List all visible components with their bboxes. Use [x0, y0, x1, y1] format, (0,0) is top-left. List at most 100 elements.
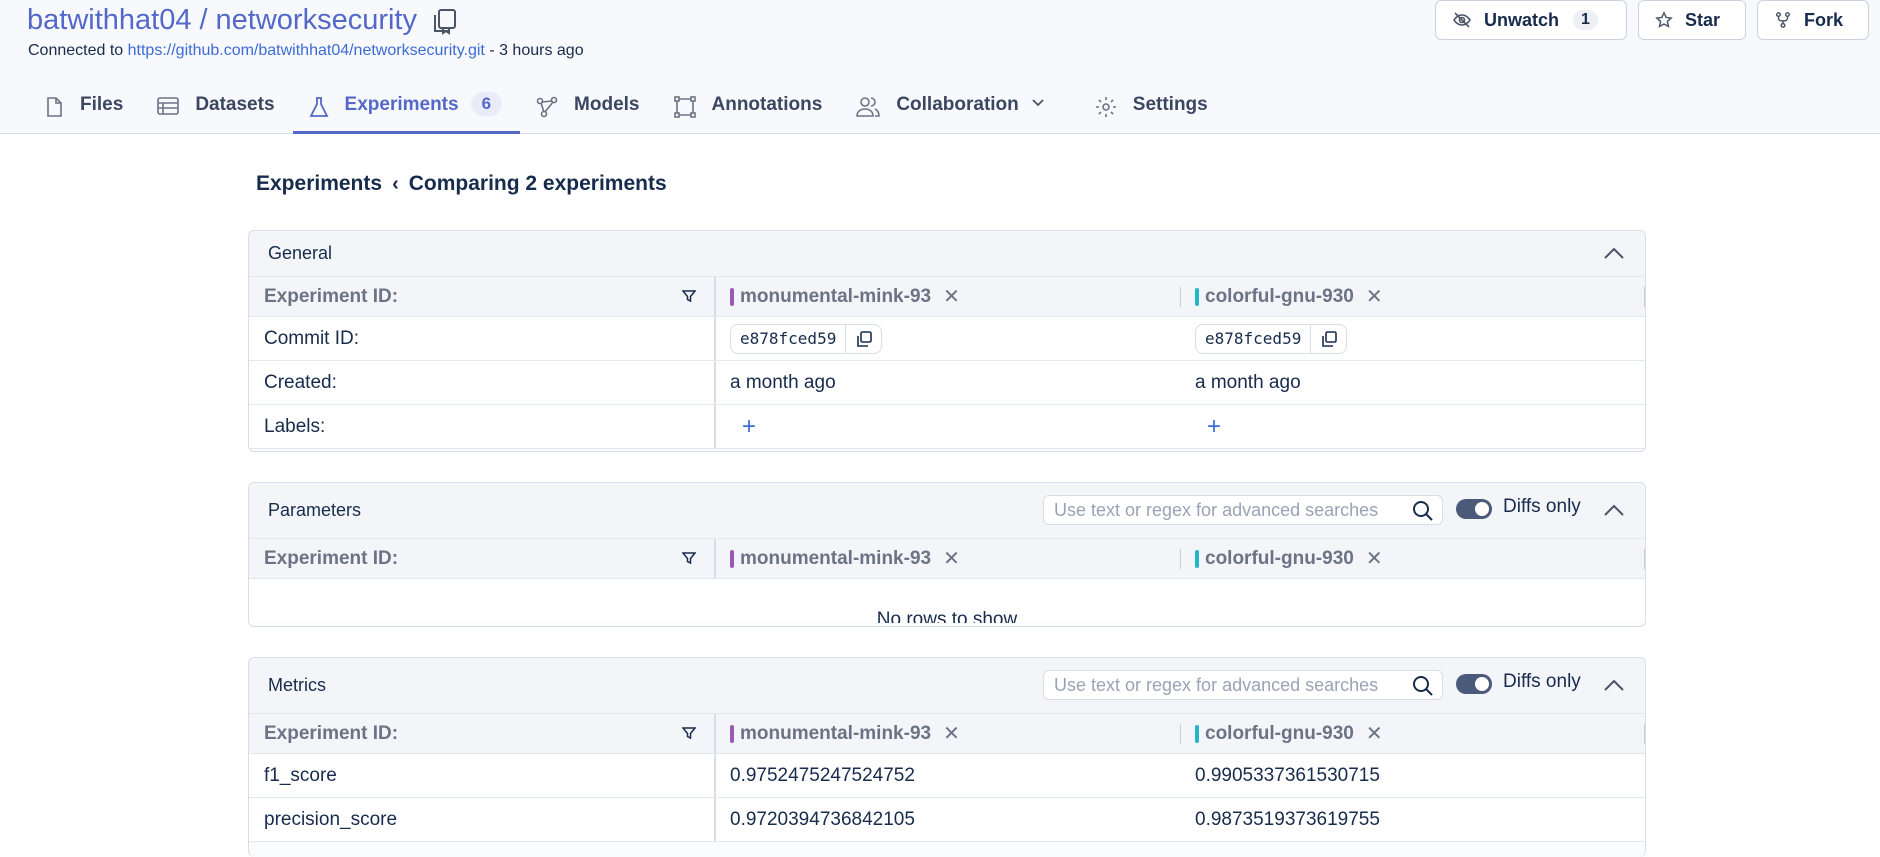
- diffs-only-toggle[interactable]: [1456, 674, 1492, 694]
- created-value: a month ago: [730, 371, 836, 393]
- breadcrumb-experiments-link[interactable]: Experiments: [256, 172, 382, 196]
- commit-chip: e878fced59: [1195, 323, 1348, 354]
- row-label: Created:: [249, 361, 716, 404]
- chevron-down-icon: [1032, 99, 1044, 107]
- general-panel-header[interactable]: General: [249, 231, 1645, 277]
- tab-datasets-label: Datasets: [195, 94, 275, 115]
- search-icon[interactable]: [1412, 675, 1434, 697]
- tab-files[interactable]: Files: [28, 84, 141, 134]
- connected-suffix: - 3 hours ago: [489, 42, 584, 59]
- experiment-column-header: colorful-gnu-930 ✕: [1181, 714, 1645, 753]
- parameters-panel-header[interactable]: Parameters Use text or regex for advance…: [249, 483, 1645, 539]
- repo-owner-link[interactable]: batwithhat04: [27, 4, 191, 37]
- experiment-id-label: Experiment ID:: [264, 285, 399, 307]
- metric-value: 0.9752475247524752: [730, 764, 915, 786]
- chevron-up-icon[interactable]: [1603, 244, 1625, 264]
- breadcrumb-separator: ‹: [392, 172, 399, 195]
- filter-icon[interactable]: [682, 289, 696, 303]
- star-icon: [1655, 11, 1673, 28]
- experiment-color-marker: [1195, 724, 1199, 743]
- experiment-column-header: monumental-mink-93 ✕: [716, 277, 1181, 316]
- tab-models-label: Models: [574, 94, 640, 115]
- general-panel-title: General: [268, 243, 333, 263]
- chevron-up-icon[interactable]: [1603, 676, 1625, 696]
- experiment-name[interactable]: colorful-gnu-930: [1205, 548, 1354, 570]
- experiment-name[interactable]: monumental-mink-93: [740, 548, 931, 570]
- metric-value: 0.9720394736842105: [730, 808, 915, 830]
- filter-icon[interactable]: [682, 726, 696, 740]
- fork-label: Fork: [1804, 9, 1844, 30]
- diffs-only-toggle[interactable]: [1456, 499, 1492, 519]
- unwatch-count: 1: [1573, 10, 1598, 30]
- parameters-panel: Parameters Use text or regex for advance…: [248, 482, 1646, 627]
- table-row: f1_score 0.9752475247524752 0.9905337361…: [249, 754, 1645, 798]
- fork-button[interactable]: Fork: [1757, 0, 1869, 40]
- dataset-icon: [157, 97, 180, 115]
- add-label-button[interactable]: +: [1207, 413, 1221, 441]
- annotation-icon: [673, 96, 696, 118]
- created-value: a month ago: [1195, 371, 1301, 393]
- table-row: Labels: + +: [249, 405, 1645, 449]
- experiment-color-marker: [1195, 287, 1199, 306]
- experiment-name[interactable]: colorful-gnu-930: [1205, 723, 1354, 745]
- diffs-only-label: Diffs only: [1503, 671, 1581, 692]
- commit-hash[interactable]: e878fced59: [1196, 329, 1310, 348]
- copy-icon[interactable]: [431, 7, 459, 35]
- tab-datasets[interactable]: Datasets: [141, 84, 292, 134]
- metrics-search-input[interactable]: Use text or regex for advanced searches: [1043, 670, 1443, 700]
- commit-cell: e878fced59: [1181, 317, 1645, 360]
- tab-settings[interactable]: Settings: [1079, 84, 1226, 134]
- parameters-search-input[interactable]: Use text or regex for advanced searches: [1043, 495, 1443, 525]
- eye-off-icon: [1453, 12, 1471, 28]
- fork-icon: [1775, 12, 1791, 28]
- close-icon[interactable]: ✕: [943, 284, 960, 309]
- experiment-name[interactable]: monumental-mink-93: [740, 286, 931, 308]
- repo-title-separator: /: [199, 4, 208, 36]
- connected-url-link[interactable]: https://github.com/batwithhat04/networks…: [128, 42, 485, 59]
- tab-experiments[interactable]: Experiments 6: [292, 84, 521, 134]
- star-button[interactable]: Star: [1638, 0, 1746, 40]
- experiment-id-label: Experiment ID:: [264, 547, 399, 569]
- close-icon[interactable]: ✕: [1366, 721, 1383, 746]
- model-icon: [536, 96, 558, 118]
- search-placeholder: Use text or regex for advanced searches: [1054, 499, 1379, 520]
- tab-settings-label: Settings: [1132, 94, 1208, 115]
- no-rows-message: No rows to show: [249, 579, 1645, 623]
- labels-cell: +: [1181, 405, 1645, 448]
- copy-icon[interactable]: [845, 323, 881, 354]
- repo-tabs: Files Datasets Experiments 6 Models Anno…: [28, 84, 1226, 134]
- experiment-color-marker: [1195, 549, 1199, 568]
- experiment-id-header: Experiment ID:: [249, 277, 716, 316]
- table-row: precision_score 0.9720394736842105 0.987…: [249, 798, 1645, 842]
- tab-annotations[interactable]: Annotations: [658, 84, 841, 134]
- close-icon[interactable]: ✕: [1366, 546, 1383, 571]
- tab-models[interactable]: Models: [520, 84, 657, 134]
- close-icon[interactable]: ✕: [943, 721, 960, 746]
- metric-name: f1_score: [249, 754, 716, 797]
- copy-icon[interactable]: [1310, 323, 1346, 354]
- unwatch-button[interactable]: Unwatch 1: [1435, 0, 1627, 40]
- close-icon[interactable]: ✕: [943, 546, 960, 571]
- metrics-panel-header[interactable]: Metrics Use text or regex for advanced s…: [249, 658, 1645, 714]
- repo-name-link[interactable]: networksecurity: [216, 4, 417, 37]
- repo-title: batwithhat04 / networksecurity: [27, 4, 459, 37]
- diffs-only-label: Diffs only: [1503, 496, 1581, 517]
- unwatch-label: Unwatch: [1484, 9, 1560, 30]
- filter-icon[interactable]: [682, 551, 696, 565]
- no-rows-text: No rows to show: [876, 609, 1018, 623]
- file-icon: [47, 97, 62, 117]
- add-label-button[interactable]: +: [742, 413, 756, 441]
- experiment-name[interactable]: monumental-mink-93: [740, 723, 931, 745]
- metric-name: precision_score: [249, 798, 716, 841]
- experiment-color-marker: [730, 724, 734, 743]
- repo-header: batwithhat04 / networksecurity Connected…: [0, 0, 1880, 134]
- commit-hash[interactable]: e878fced59: [731, 329, 845, 348]
- experiment-column-header: monumental-mink-93 ✕: [716, 539, 1181, 578]
- close-icon[interactable]: ✕: [1366, 284, 1383, 309]
- connected-prefix: Connected to: [28, 42, 124, 59]
- experiment-name[interactable]: colorful-gnu-930: [1205, 286, 1354, 308]
- tab-collaboration[interactable]: Collaboration: [840, 84, 1078, 134]
- chevron-up-icon[interactable]: [1603, 501, 1625, 521]
- commit-chip: e878fced59: [730, 323, 883, 354]
- search-icon[interactable]: [1412, 500, 1434, 522]
